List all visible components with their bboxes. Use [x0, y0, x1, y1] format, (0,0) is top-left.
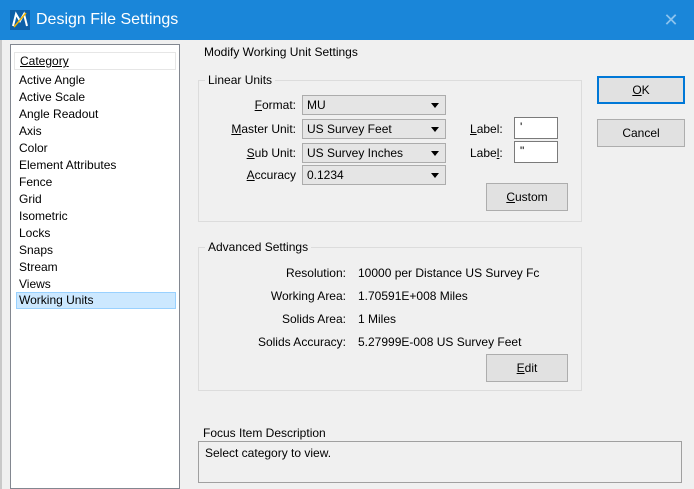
- close-icon[interactable]: ✕: [656, 8, 686, 32]
- master-label-label: Label:: [470, 122, 503, 136]
- format-value: MU: [307, 98, 326, 112]
- format-dropdown[interactable]: MU: [302, 95, 446, 115]
- focus-description-text: Select category to view.: [205, 446, 332, 460]
- accuracy-value: 0.1234: [307, 168, 344, 182]
- solids-accuracy-label: Solids Accuracy:: [257, 335, 346, 349]
- category-item-active-angle[interactable]: Active Angle: [18, 72, 178, 89]
- sub-unit-label: Sub Unit:: [246, 146, 296, 160]
- sub-unit-dropdown[interactable]: US Survey Inches: [302, 143, 446, 163]
- custom-button[interactable]: Custom: [486, 183, 568, 211]
- working-area-value: 1.70591E+008 Miles: [358, 289, 468, 303]
- sub-unit-value: US Survey Inches: [307, 146, 404, 160]
- category-item-isometric[interactable]: Isometric: [18, 208, 178, 225]
- category-item-locks[interactable]: Locks: [18, 225, 178, 242]
- accuracy-label: Accuracy: [246, 168, 296, 182]
- accuracy-dropdown[interactable]: 0.1234: [302, 165, 446, 185]
- solids-area-label: Solids Area:: [281, 312, 346, 326]
- category-item-angle-readout[interactable]: Angle Readout: [18, 106, 178, 123]
- cancel-button[interactable]: Cancel: [597, 119, 685, 147]
- category-item-snaps[interactable]: Snaps: [18, 242, 178, 259]
- category-item-color[interactable]: Color: [18, 140, 178, 157]
- title-bar[interactable]: Design File Settings ✕: [0, 0, 694, 40]
- master-unit-value: US Survey Feet: [307, 122, 392, 136]
- format-label: Format:: [254, 98, 296, 112]
- solids-accuracy-value: 5.27999E-008 US Survey Feet: [358, 335, 522, 349]
- chevron-down-icon: [431, 151, 439, 156]
- category-item-views[interactable]: Views: [18, 276, 178, 293]
- category-item-fence[interactable]: Fence: [18, 174, 178, 191]
- ok-button[interactable]: OK: [597, 76, 685, 104]
- microstation-icon: [10, 10, 30, 30]
- focus-description-label: Focus Item Description: [203, 426, 326, 440]
- resolution-value: 10000 per Distance US Survey Fc: [358, 266, 540, 280]
- solids-area-value: 1 Miles: [358, 312, 397, 326]
- window-title: Design File Settings: [36, 11, 179, 28]
- chevron-down-icon: [431, 173, 439, 178]
- chevron-down-icon: [431, 103, 439, 108]
- category-list-header[interactable]: Category: [14, 52, 176, 70]
- category-header-label: Category: [20, 54, 69, 68]
- category-item-axis[interactable]: Axis: [18, 123, 178, 140]
- category-item-working-units[interactable]: Working Units: [16, 292, 176, 309]
- working-area-label: Working Area:: [270, 289, 346, 303]
- edit-button[interactable]: Edit: [486, 354, 568, 382]
- master-unit-label: Master Unit:: [231, 122, 296, 136]
- category-item-element-attributes[interactable]: Element Attributes: [18, 157, 178, 174]
- category-item-stream[interactable]: Stream: [18, 259, 178, 276]
- sub-label-field[interactable]: ": [514, 141, 558, 163]
- resolution-label: Resolution:: [285, 266, 346, 280]
- sub-label-label: Label:: [470, 146, 503, 160]
- window-border: [0, 40, 2, 489]
- sub-label-value: ": [520, 144, 525, 158]
- master-label-field[interactable]: ': [514, 117, 558, 139]
- focus-description-box: Select category to view.: [198, 441, 682, 483]
- category-item-active-scale[interactable]: Active Scale: [18, 89, 178, 106]
- master-label-value: ': [520, 120, 523, 134]
- category-item-grid[interactable]: Grid: [18, 191, 178, 208]
- advanced-settings-legend: Advanced Settings: [205, 240, 312, 254]
- linear-units-legend: Linear Units: [205, 73, 276, 87]
- panel-title: Modify Working Unit Settings: [204, 45, 358, 59]
- master-unit-dropdown[interactable]: US Survey Feet: [302, 119, 446, 139]
- category-list[interactable]: Category Active Angle Active Scale Angle…: [10, 44, 180, 489]
- chevron-down-icon: [431, 127, 439, 132]
